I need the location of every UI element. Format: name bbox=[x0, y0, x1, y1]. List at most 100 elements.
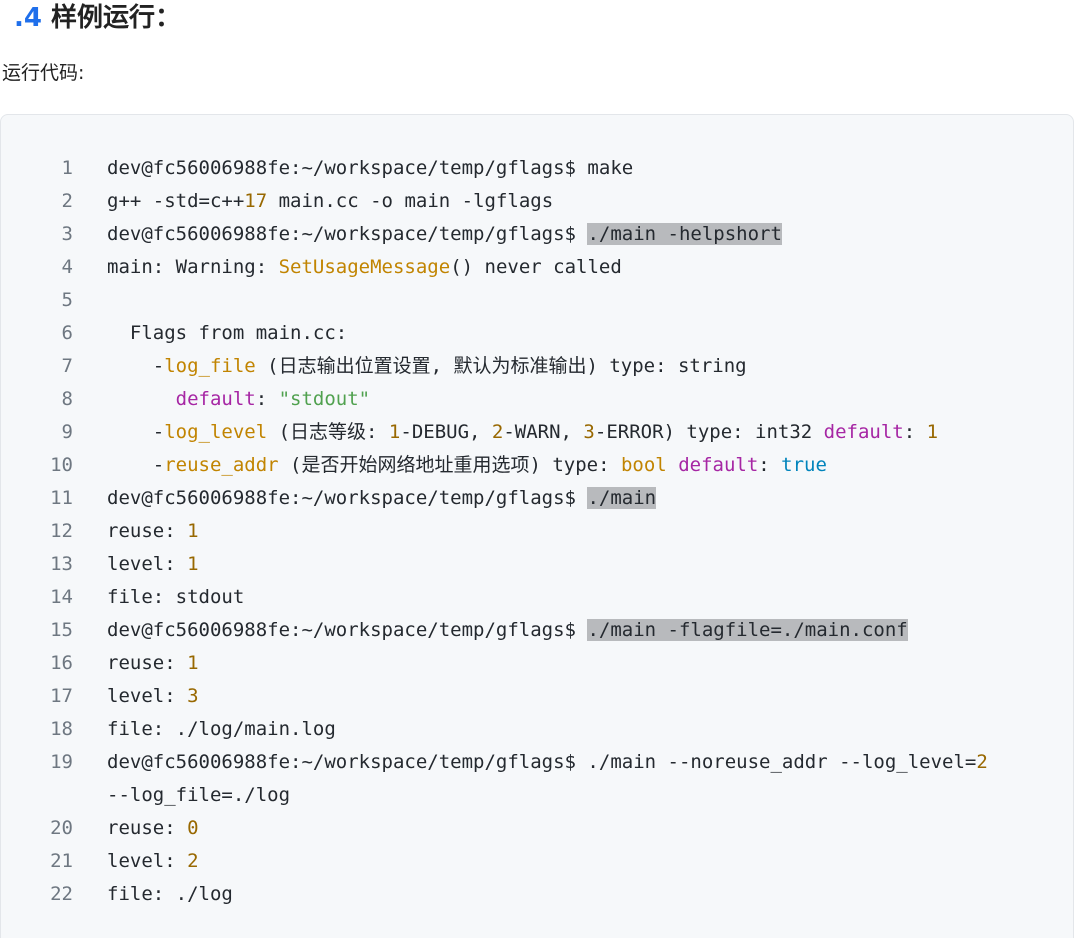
code-text: -log_level (日志等级: 1-DEBUG, 2-WARN, 3-ERR… bbox=[107, 416, 1073, 449]
code-token: reuse: bbox=[107, 652, 188, 674]
line-number: 2 bbox=[61, 190, 73, 212]
code-token: ./main bbox=[587, 487, 657, 509]
code-text: g++ -std=c++17 main.cc -o main -lgflags bbox=[107, 185, 1073, 218]
code-line: 8 default: "stdout" bbox=[1, 383, 1073, 416]
code-line: 13 level: 1 bbox=[1, 548, 1073, 581]
line-number: 4 bbox=[61, 256, 73, 278]
code-token: 1 bbox=[187, 520, 199, 542]
code-token: 2 bbox=[976, 751, 988, 773]
code-token: : bbox=[255, 388, 279, 410]
code-line: 1 dev@fc56006988fe:~/workspace/temp/gflag… bbox=[1, 152, 1073, 185]
code-line: 22 file: ./log bbox=[1, 878, 1073, 911]
code-token: log_level bbox=[164, 421, 268, 443]
code-token: 1 bbox=[187, 652, 199, 674]
code-line: 12 reuse: 1 bbox=[1, 515, 1073, 548]
code-text: dev@fc56006988fe:~/workspace/temp/gflags… bbox=[107, 746, 1073, 812]
line-number: 15 bbox=[50, 619, 73, 641]
code-text: level: 3 bbox=[107, 680, 1073, 713]
line-number: 1 bbox=[61, 157, 73, 179]
code-token: -DEBUG, bbox=[400, 421, 492, 443]
code-text: Flags from main.cc: bbox=[107, 317, 1073, 350]
code-token: default bbox=[175, 388, 256, 410]
code-line: 16 reuse: 1 bbox=[1, 647, 1073, 680]
code-text: -log_file (日志输出位置设置, 默认为标准输出) type: stri… bbox=[107, 350, 1073, 383]
code-line: 10 -reuse_addr (是否开始网络地址重用选项) type: bool… bbox=[1, 449, 1073, 482]
code-line: 3 dev@fc56006988fe:~/workspace/temp/gflag… bbox=[1, 218, 1073, 251]
code-text: reuse: 0 bbox=[107, 812, 1073, 845]
code-line: 11 dev@fc56006988fe:~/workspace/temp/gfla… bbox=[1, 482, 1073, 515]
code-token: level: bbox=[107, 553, 188, 575]
code-line: 14 file: stdout bbox=[1, 581, 1073, 614]
code-text: reuse: 1 bbox=[107, 647, 1073, 680]
code-token: dev@fc56006988fe:~/workspace/temp/gflags… bbox=[107, 619, 588, 641]
line-number: 17 bbox=[50, 685, 73, 707]
code-text: dev@fc56006988fe:~/workspace/temp/gflags… bbox=[107, 152, 1073, 185]
section-title: 样例运行： bbox=[41, 3, 182, 33]
code-token: 3 bbox=[187, 685, 199, 707]
line-number: 10 bbox=[50, 454, 73, 476]
code-token: 1 bbox=[388, 421, 401, 443]
code-token: -WARN, bbox=[503, 421, 584, 443]
code-token: ./main -flagfile=./main.conf bbox=[587, 619, 908, 641]
code-text: reuse: 1 bbox=[107, 515, 1073, 548]
code-token: --log_file=./log bbox=[107, 784, 291, 806]
code-text: -reuse_addr (是否开始网络地址重用选项) type: bool de… bbox=[107, 449, 1073, 482]
code-token: (日志输出位置设置, 默认为标准输出) type: string bbox=[255, 355, 747, 377]
code-token: () never called bbox=[450, 256, 622, 278]
code-token: level: bbox=[107, 685, 188, 707]
code-token: 2 bbox=[491, 421, 504, 443]
line-number: 19 bbox=[50, 751, 73, 773]
code-line: 7 -log_file (日志输出位置设置, 默认为标准输出) type: st… bbox=[1, 350, 1073, 383]
code-token: (日志等级: bbox=[267, 421, 389, 443]
code-line: 21 level: 2 bbox=[1, 845, 1073, 878]
code-token: - bbox=[107, 355, 165, 377]
code-token: 1 bbox=[926, 421, 939, 443]
code-token: 17 bbox=[244, 190, 268, 212]
code-line: 15 dev@fc56006988fe:~/workspace/temp/gfla… bbox=[1, 614, 1073, 647]
code-text: main: Warning: SetUsageMessage() never c… bbox=[107, 251, 1073, 284]
line-number: 9 bbox=[61, 421, 73, 443]
code-token: default bbox=[678, 454, 759, 476]
section-number: ⁠.4 bbox=[14, 3, 42, 33]
code-token: file: ./log/main.log bbox=[107, 718, 336, 740]
code-token: dev@fc56006988fe:~/workspace/temp/gflags… bbox=[107, 223, 588, 245]
line-number: 7 bbox=[61, 355, 73, 377]
code-token: file: stdout bbox=[107, 586, 245, 608]
line-number: 22 bbox=[50, 883, 73, 905]
code-token: 3 bbox=[583, 421, 595, 443]
code-text: dev@fc56006988fe:~/workspace/temp/gflags… bbox=[107, 218, 1073, 251]
code-line: 4 main: Warning: SetUsageMessage() never … bbox=[1, 251, 1073, 284]
code-token: SetUsageMessage bbox=[278, 256, 451, 278]
code-lines: 1 dev@fc56006988fe:~/workspace/temp/gflag… bbox=[1, 152, 1073, 911]
code-token: : bbox=[758, 454, 782, 476]
line-number: 12 bbox=[50, 520, 73, 542]
code-text: dev@fc56006988fe:~/workspace/temp/gflags… bbox=[107, 482, 1073, 515]
code-token: (是否开始网络地址重用选项) type: bbox=[278, 454, 621, 476]
code-token: ./main -helpshort bbox=[587, 223, 782, 245]
code-token: dev@fc56006988fe:~/workspace/temp/gflags… bbox=[107, 487, 588, 509]
code-token: reuse: bbox=[107, 817, 188, 839]
code-text: level: 1 bbox=[107, 548, 1073, 581]
code-token: bool bbox=[620, 454, 667, 476]
code-token: log_file bbox=[164, 355, 256, 377]
section-heading: ⁠.4 样例运行： bbox=[14, 0, 181, 36]
code-token: true bbox=[781, 454, 827, 476]
code-token: reuse_addr bbox=[164, 454, 279, 476]
code-token: - bbox=[107, 421, 165, 443]
line-number: 6 bbox=[61, 322, 73, 344]
code-token: -ERROR) type: int32 bbox=[594, 421, 824, 443]
code-block: 1 dev@fc56006988fe:~/workspace/temp/gflag… bbox=[0, 114, 1074, 938]
code-token: - bbox=[107, 454, 165, 476]
code-token: : bbox=[903, 421, 927, 443]
line-number: 3 bbox=[61, 223, 73, 245]
code-line: 5 bbox=[1, 284, 1073, 317]
code-line: 6 Flags from main.cc: bbox=[1, 317, 1073, 350]
code-line: 19 dev@fc56006988fe:~/workspace/temp/gfla… bbox=[1, 746, 1073, 812]
code-text-segment: dev@fc56006988fe:~/workspace/temp/gflags… bbox=[107, 746, 1073, 779]
code-line: 20 reuse: 0 bbox=[1, 812, 1073, 845]
line-number: 16 bbox=[50, 652, 73, 674]
code-token: file: ./log bbox=[107, 883, 233, 905]
code-token: g++ -std=c++ bbox=[107, 190, 245, 212]
code-token: main.cc -o main -lgflags bbox=[267, 190, 554, 212]
